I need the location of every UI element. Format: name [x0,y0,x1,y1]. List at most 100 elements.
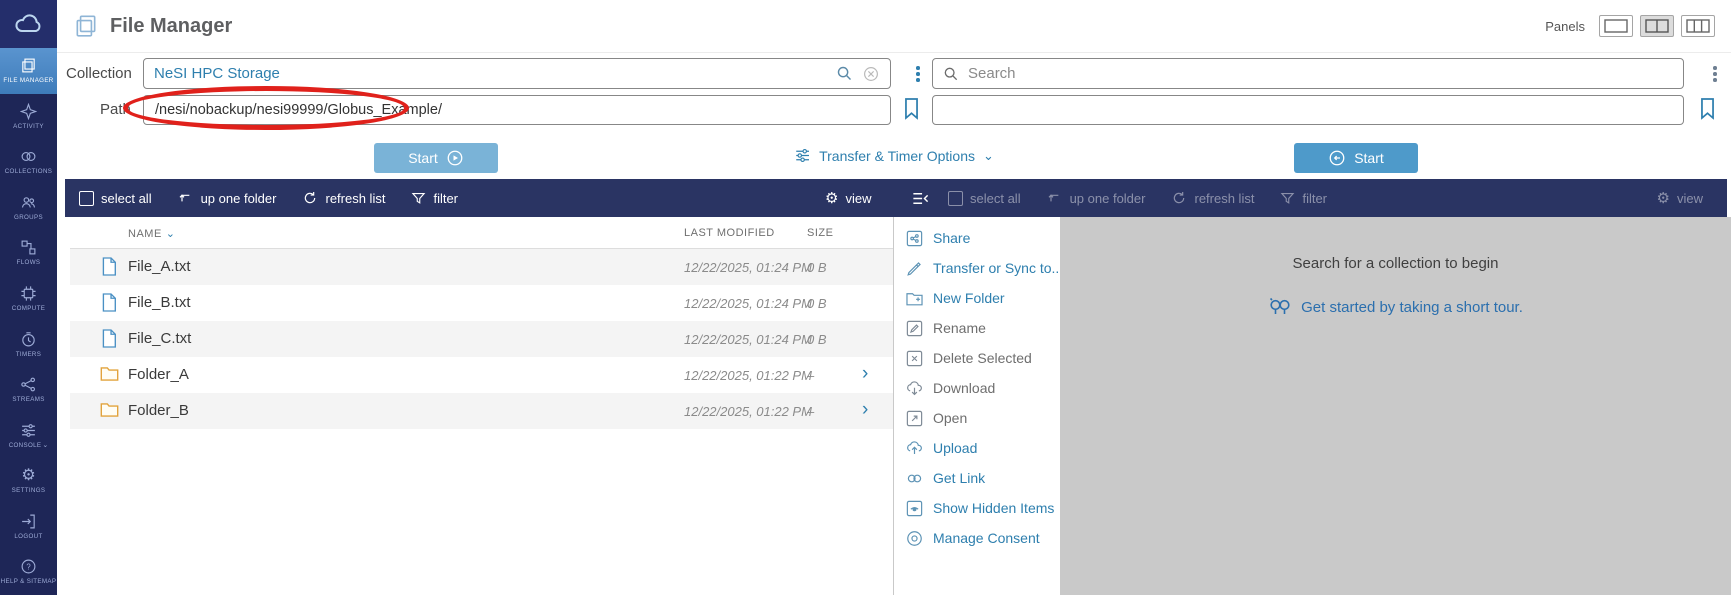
menu-item-rename[interactable]: Rename [895,313,1060,343]
select-all-checkbox[interactable] [79,191,94,206]
file-size: 0 B [807,260,827,275]
sidebar-item-collections[interactable]: COLLECTIONS [0,139,57,185]
menu-item-upload[interactable]: Upload [895,433,1060,463]
collection-menu-button[interactable] [910,60,926,88]
arrow-left-circle-icon [1328,149,1346,167]
select-all-control[interactable]: select all [79,191,152,206]
menu-item-transfer-or-sync[interactable]: Transfer or Sync to... [895,253,1060,283]
panels-switcher: Panels [1545,15,1715,37]
filter-button[interactable]: filter [1280,191,1327,206]
panel-layout-two-button[interactable] [1640,15,1674,37]
sidebar: FILE MANAGER ACTIVITY COLLECTIONS GROUPS… [0,0,57,595]
file-icon [100,328,117,349]
folder-size: – [807,368,814,383]
sidebar-item-label: HELP & SITEMAP [1,578,57,585]
sidebar-item-label: CONSOLE [9,442,42,449]
sidebar-item-flows[interactable]: FLOWS [0,230,57,276]
download-icon [905,379,924,398]
sidebar-item-help-sitemap[interactable]: ? HELP & SITEMAP [0,549,57,595]
menu-item-label: Manage Consent [933,530,1040,546]
sidebar-item-groups[interactable]: GROUPS [0,185,57,231]
console-icon [20,422,37,439]
column-header-size[interactable]: SIZE [807,227,833,239]
upload-icon [905,439,924,458]
filter-icon [411,191,426,206]
menu-item-download[interactable]: Download [895,373,1060,403]
sidebar-item-timers[interactable]: TIMERS [0,321,57,367]
menu-item-open[interactable]: Open [895,403,1060,433]
collection-input[interactable]: NeSI HPC Storage [143,58,891,89]
menu-item-new-folder[interactable]: New Folder [895,283,1060,313]
menu-item-manage-consent[interactable]: Manage Consent [895,523,1060,553]
search-icon[interactable] [836,65,853,82]
open-folder-chevron-icon[interactable]: › [862,363,868,385]
file-modified: 12/22/2025, 01:24 PM [684,296,812,311]
select-all-control[interactable]: select all [948,191,1021,206]
sidebar-item-file-manager[interactable]: FILE MANAGER [0,48,57,94]
menu-item-get-link[interactable]: Get Link [895,463,1060,493]
gear-icon: ⚙ [1657,191,1670,206]
file-row[interactable]: File_B.txt 12/22/2025, 01:24 PM 0 B [70,285,893,321]
refresh-list-button[interactable]: refresh list [1171,190,1254,206]
path-input[interactable] [143,95,891,125]
panel-layout-one-button[interactable] [1599,15,1633,37]
folder-row[interactable]: Folder_A 12/22/2025, 01:22 PM – › [70,357,893,393]
file-name: File_C.txt [128,330,191,347]
panel-layout-three-button[interactable] [1681,15,1715,37]
start-transfer-left-button[interactable]: Start [1294,143,1418,173]
sidebar-item-label: COMPUTE [12,305,45,312]
folder-row[interactable]: Folder_B 12/22/2025, 01:22 PM – › [70,393,893,429]
tour-link[interactable]: Get started by taking a short tour. [1060,296,1731,318]
destination-path-input[interactable] [932,95,1684,125]
bookmark-icon[interactable] [902,97,921,120]
name-column-label: NAME [128,228,162,240]
file-row[interactable]: File_C.txt 12/22/2025, 01:24 PM 0 B [70,321,893,357]
sidebar-item-console[interactable]: CONSOLE ⌄ [0,413,57,459]
menu-item-share[interactable]: Share [895,223,1060,253]
collections-icon [20,148,37,165]
sidebar-item-settings[interactable]: ⚙ SETTINGS [0,458,57,504]
file-name: File_B.txt [128,294,191,311]
up-one-folder-button[interactable]: up one folder [178,190,277,206]
view-options-button[interactable]: ⚙ view [825,179,871,217]
collapse-panel-button[interactable] [911,179,930,217]
file-size: 0 B [807,296,827,311]
view-options-button[interactable]: ⚙ view [1657,179,1703,217]
folder-size: – [807,404,814,419]
folder-icon [100,366,119,382]
column-header-last-modified[interactable]: LAST MODIFIED [684,227,775,239]
sidebar-item-label: FLOWS [17,259,41,266]
sidebar-item-label: FILE MANAGER [3,77,53,84]
open-icon [905,409,924,428]
refresh-list-button[interactable]: refresh list [302,190,385,206]
globus-logo[interactable] [0,0,57,48]
file-icon [100,292,117,313]
select-all-checkbox[interactable] [948,191,963,206]
column-header-name[interactable]: NAME ⌄ [128,227,176,240]
filter-button[interactable]: filter [411,191,458,206]
destination-search-input[interactable] [968,65,1673,82]
file-manager-page-icon [73,13,99,39]
chevron-down-icon: ⌄ [983,148,994,164]
sidebar-item-compute[interactable]: COMPUTE [0,276,57,322]
file-row[interactable]: File_A.txt 12/22/2025, 01:24 PM 0 B [70,249,893,285]
transfer-timer-options-toggle[interactable]: Transfer & Timer Options ⌄ [794,147,994,164]
start-transfer-right-button[interactable]: Start [374,143,498,173]
destination-menu-button[interactable] [1707,60,1723,88]
file-manager-main: Collection NeSI HPC Storage Path Start [57,53,1731,595]
source-file-list-panel: NAME ⌄ LAST MODIFIED SIZE File_A.txt 12/… [70,217,894,595]
groups-icon [20,194,37,211]
menu-item-show-hidden-items[interactable]: Show Hidden Items [895,493,1060,523]
sidebar-item-logout[interactable]: LOGOUT [0,504,57,550]
sidebar-item-label: STREAMS [12,396,44,403]
clear-collection-icon[interactable] [862,65,880,83]
destination-search-box[interactable] [932,58,1684,89]
start-button-label: Start [1354,150,1384,166]
open-folder-chevron-icon[interactable]: › [862,399,868,421]
sidebar-item-streams[interactable]: STREAMS [0,367,57,413]
one-panel-icon [1604,19,1628,33]
up-one-folder-button[interactable]: up one folder [1047,190,1146,206]
bookmark-icon[interactable] [1698,97,1717,120]
menu-item-delete-selected[interactable]: Delete Selected [895,343,1060,373]
sidebar-item-activity[interactable]: ACTIVITY [0,94,57,140]
